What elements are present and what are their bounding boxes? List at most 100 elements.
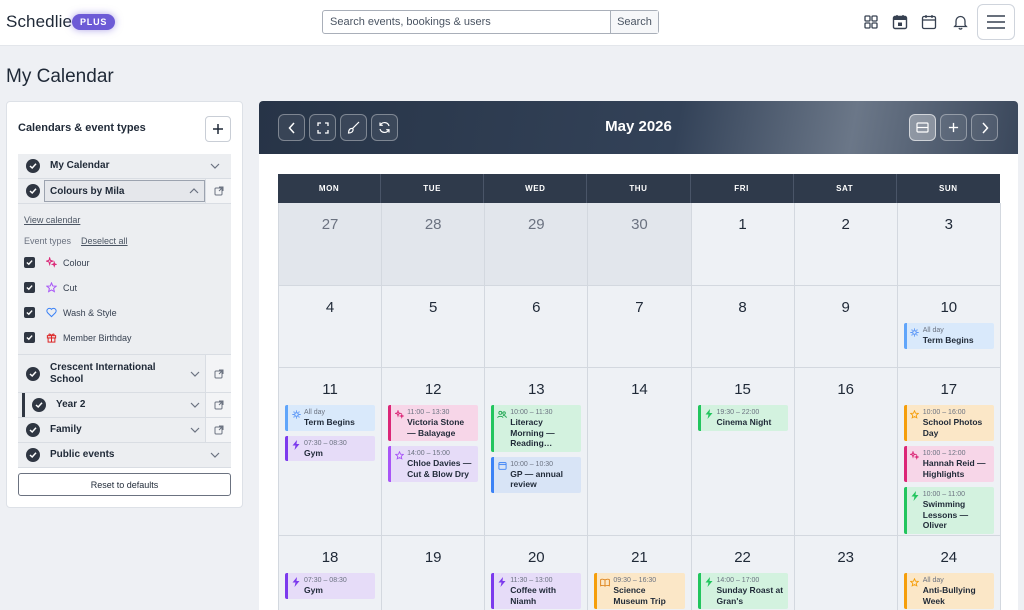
calendar-row-year-2[interactable]: Year 2 — [18, 393, 231, 418]
event-type-cut[interactable]: Cut — [24, 275, 225, 300]
event-name: Science Museum Trip — [613, 585, 666, 606]
event-hannah-reid[interactable]: 10:00 – 12:00 Hannah Reid — Highlights — [903, 446, 994, 482]
day-cell[interactable]: 3 — [897, 203, 1001, 286]
add-event-button[interactable] — [940, 114, 967, 141]
day-cell[interactable]: 1 — [691, 203, 795, 286]
day-cell[interactable]: 11 All day Term Begins 07:30 – 08:30 Gym — [279, 368, 383, 536]
chevron-down-icon[interactable] — [205, 452, 225, 458]
weekday-label: SAT — [794, 174, 897, 203]
day-cell[interactable]: 6 — [485, 286, 589, 368]
checkbox[interactable] — [24, 307, 35, 318]
calendar-row-public-events[interactable]: Public events — [18, 443, 231, 468]
check-icon[interactable] — [26, 448, 40, 462]
event-type-member-birthday[interactable]: Member Birthday — [24, 325, 225, 350]
check-icon[interactable] — [26, 423, 40, 437]
day-cell[interactable]: 20 11:30 – 13:00 Coffee with Niamh — [485, 536, 589, 610]
event-gym[interactable]: 07:30 – 08:30 Gym — [285, 573, 376, 599]
calendar-row-crescent-international-school[interactable]: Crescent International School — [18, 355, 231, 393]
event-time: 14:00 – 15:00 — [407, 450, 450, 457]
event-name: Gym — [304, 447, 323, 458]
calendar-expanded-panel: View calendar Event types Deselect all C… — [18, 204, 231, 355]
view-toggle-button[interactable] — [909, 114, 936, 141]
checkbox[interactable] — [24, 282, 35, 293]
day-cell[interactable]: 10 All day Term Begins — [897, 286, 1001, 368]
calendar-check-icon[interactable] — [890, 12, 910, 32]
event-time: 19:30 – 22:00 — [716, 409, 760, 416]
chevron-down-icon[interactable] — [185, 371, 205, 377]
event-chloe-davies[interactable]: 14:00 – 15:00 Chloe Davies — Cut & Blow … — [388, 446, 479, 482]
external-link-icon[interactable] — [205, 355, 231, 392]
chevron-down-icon[interactable] — [185, 427, 205, 433]
day-cell[interactable]: 22 14:00 – 17:00 Sunday Roast at Gran's — [691, 536, 795, 610]
check-icon[interactable] — [26, 184, 40, 198]
day-cell[interactable]: 18 07:30 – 08:30 Gym — [279, 536, 383, 610]
calendar-row-colours-by-mila[interactable]: Colours by Mila — [18, 179, 231, 204]
day-cell[interactable]: 16 — [794, 368, 898, 536]
next-month-button[interactable] — [971, 114, 998, 141]
day-cell[interactable]: 8 — [691, 286, 795, 368]
bell-icon[interactable] — [950, 12, 970, 32]
day-cell[interactable]: 27 — [279, 203, 383, 286]
day-cell[interactable]: 30 — [588, 203, 692, 286]
check-icon[interactable] — [26, 159, 40, 173]
day-cell[interactable]: 17 10:00 – 16:00 School Photos Day 10:00… — [897, 368, 1001, 536]
add-calendar-button[interactable] — [205, 116, 231, 142]
event-school-photos[interactable]: 10:00 – 16:00 School Photos Day — [903, 405, 994, 441]
event-gym[interactable]: 07:30 – 08:30 Gym — [285, 435, 376, 461]
day-cell[interactable]: 12 11:00 – 13:30 Victoria Stone — Balaya… — [382, 368, 486, 536]
event-term-begins[interactable]: All day Term Begins — [285, 405, 376, 431]
day-cell[interactable]: 14 — [588, 368, 692, 536]
search-button[interactable]: Search — [610, 11, 658, 33]
chevron-down-icon[interactable] — [205, 163, 225, 169]
event-name: Chloe Davies — Cut & Blow Dry — [407, 458, 472, 479]
event-anti-bullying-week[interactable]: All day Anti-Bullying Week — [903, 573, 994, 609]
event-type-wash-style[interactable]: Wash & Style — [24, 300, 225, 325]
event-type-label: Member Birthday — [63, 332, 132, 343]
external-link-icon[interactable] — [205, 179, 231, 203]
external-link-icon[interactable] — [205, 393, 231, 417]
day-cell[interactable]: 21 09:30 – 16:30 Science Museum Trip — [588, 536, 692, 610]
deselect-all-link[interactable]: Deselect all — [81, 236, 128, 246]
event-gp-review[interactable]: 10:00 – 10:30 GP — annual review — [491, 456, 582, 493]
grid-icon[interactable] — [861, 12, 881, 32]
day-cell[interactable]: 15 19:30 – 22:00 Cinema Night — [691, 368, 795, 536]
checkbox[interactable] — [24, 257, 35, 268]
menu-button[interactable] — [977, 4, 1015, 40]
reset-defaults-button[interactable]: Reset to defaults — [18, 473, 231, 496]
day-cell[interactable]: 7 — [588, 286, 692, 368]
event-time: 07:30 – 08:30 — [304, 577, 347, 584]
event-swimming-lessons[interactable]: 10:00 – 11:00 Swimming Lessons — Oliver — [903, 487, 994, 534]
weekday-label: TUE — [381, 174, 485, 203]
calendar-icon[interactable] — [919, 12, 939, 32]
event-cinema-night[interactable]: 19:30 – 22:00 Cinema Night — [697, 405, 788, 431]
day-cell[interactable]: 24 All day Anti-Bullying Week — [897, 536, 1001, 610]
chevron-down-icon[interactable] — [185, 402, 205, 408]
event-type-colour[interactable]: Colour — [24, 250, 225, 275]
day-cell[interactable]: 9 — [794, 286, 898, 368]
checkbox[interactable] — [24, 332, 35, 343]
search-input[interactable] — [323, 11, 610, 33]
event-victoria-stone[interactable]: 11:00 – 13:30 Victoria Stone — Balayage — [388, 405, 479, 441]
day-cell[interactable]: 28 — [382, 203, 486, 286]
event-term-begins[interactable]: All day Term Begins — [903, 323, 994, 349]
day-cell[interactable]: 2 — [794, 203, 898, 286]
external-link-icon[interactable] — [205, 418, 231, 442]
event-science-museum-trip[interactable]: 09:30 – 16:30 Science Museum Trip — [594, 573, 685, 609]
check-icon[interactable] — [26, 366, 40, 381]
view-calendar-link[interactable]: View calendar — [24, 215, 80, 225]
app-logo[interactable]: Schedlie — [6, 12, 72, 32]
day-cell[interactable]: 5 — [382, 286, 486, 368]
day-cell[interactable]: 4 — [279, 286, 383, 368]
calendar-row-family[interactable]: Family — [18, 418, 231, 443]
day-cell[interactable]: 13 10:00 – 11:30 Literacy Morning — Read… — [485, 368, 589, 536]
check-icon[interactable] — [32, 398, 46, 412]
chevron-up-icon[interactable] — [184, 188, 204, 194]
event-sunday-roast[interactable]: 14:00 – 17:00 Sunday Roast at Gran's — [697, 573, 788, 609]
day-cell[interactable]: 23 — [794, 536, 898, 610]
event-coffee-with-niamh[interactable]: 11:30 – 13:00 Coffee with Niamh — [491, 573, 582, 609]
calendar-row-my-calendar[interactable]: My Calendar — [18, 154, 231, 179]
day-cell[interactable]: 19 — [382, 536, 486, 610]
day-cell[interactable]: 29 — [485, 203, 589, 286]
event-literacy-morning[interactable]: 10:00 – 11:30 Literacy Morning — Reading… — [491, 405, 582, 452]
plus-badge: PLUS — [72, 14, 116, 30]
